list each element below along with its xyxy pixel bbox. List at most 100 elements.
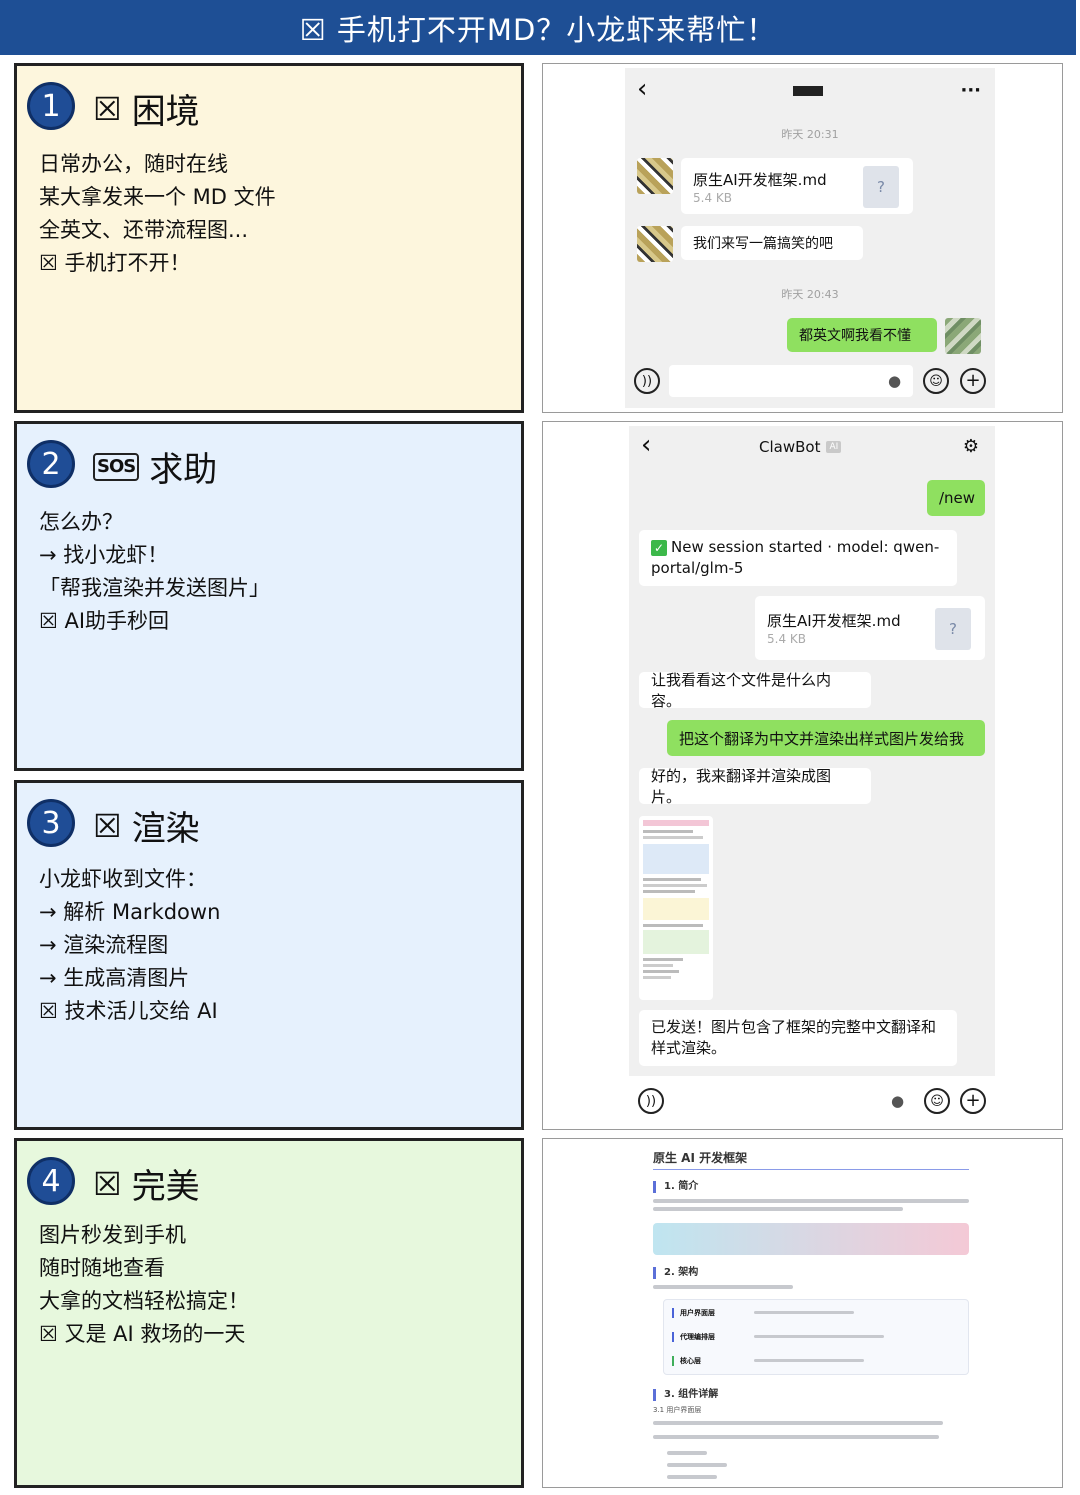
doc-arch-box: 用户界面层 代理编排层 核心层 bbox=[663, 1299, 969, 1375]
chat-area: ‹ ClawBot AI ⚙ /new ✓ New session started… bbox=[629, 426, 995, 1076]
file-message[interactable]: 原生AI开发框架.md 5.4 KB ? bbox=[681, 158, 913, 214]
mic-icon[interactable]: ● bbox=[891, 1092, 904, 1110]
doc-title: 原生 AI 开发框架 bbox=[653, 1151, 748, 1165]
file-icon: ? bbox=[935, 608, 971, 650]
voice-icon[interactable]: )) bbox=[638, 1088, 664, 1114]
step-heading: ☒ 渲染 bbox=[93, 801, 200, 850]
doc-section-heading: 1. 简介 bbox=[653, 1181, 698, 1193]
checkbox-icon: ☒ bbox=[93, 1164, 122, 1203]
emoji-icon[interactable]: ☺ bbox=[923, 368, 949, 394]
step-line: ☒ 技术活儿交给 AI bbox=[39, 999, 218, 1023]
chat-message: 已发送！图片包含了框架的完整中文翻译和样式渲染。 bbox=[639, 1010, 957, 1066]
step-line: 图片秒发到手机 bbox=[39, 1223, 186, 1247]
step-number: 4 bbox=[27, 1157, 75, 1205]
chat-message-self: 把这个翻译为中文并渲染出样式图片发给我 bbox=[667, 720, 985, 756]
step-line: → 渲染流程图 bbox=[39, 933, 169, 957]
step-heading-text: 渲染 bbox=[131, 809, 200, 849]
title-banner: ☒ 手机打不开MD？小龙虾来帮忙！ bbox=[0, 0, 1076, 55]
step-number: 2 bbox=[27, 440, 75, 488]
file-name: 原生AI开发框架.md bbox=[693, 171, 827, 189]
chat-message: 我们来写一篇搞笑的吧 bbox=[681, 226, 863, 260]
checkbox-icon: ☒ bbox=[93, 806, 122, 845]
step-line: → 解析 Markdown bbox=[39, 900, 221, 924]
image-thumbnail[interactable] bbox=[639, 816, 713, 1000]
voice-icon[interactable]: )) bbox=[634, 368, 660, 394]
input-toolbar: )) ● ☺ + bbox=[543, 360, 1062, 406]
step-line: → 找小龙虾！ bbox=[39, 543, 169, 567]
step-line: 大拿的文档轻松搞定！ bbox=[39, 1289, 249, 1313]
avatar bbox=[945, 318, 981, 354]
chat-message-self: /new bbox=[927, 480, 985, 516]
file-message[interactable]: 原生AI开发框架.md 5.4 KB ? bbox=[755, 596, 985, 660]
chat-message-self: 都英文啊我看不懂 bbox=[787, 318, 937, 352]
contact-name-redacted bbox=[793, 86, 823, 96]
step-line: 小龙虾收到文件： bbox=[39, 867, 207, 891]
more-icon[interactable]: ··· bbox=[960, 80, 981, 101]
step-heading: ☒ 困境 bbox=[93, 84, 200, 133]
avatar bbox=[637, 226, 673, 262]
step-lines: 小龙虾收到文件： → 解析 Markdown → 渲染流程图 → 生成高清图片 … bbox=[39, 863, 220, 1028]
step-heading: SOS 求助 bbox=[93, 442, 217, 491]
step-line: 「帮我渲染并发送图片」 bbox=[39, 576, 270, 600]
bot-name: ClawBot AI bbox=[759, 438, 842, 456]
step-line: 怎么办？ bbox=[39, 510, 123, 534]
step-number: 1 bbox=[27, 82, 75, 130]
settings-icon[interactable]: ⚙ bbox=[963, 436, 979, 457]
message-input[interactable] bbox=[669, 365, 913, 397]
step-line: ☒ AI助手秒回 bbox=[39, 609, 170, 633]
doc-section-heading: 2. 架构 bbox=[653, 1267, 698, 1279]
doc-author-box bbox=[653, 1223, 969, 1255]
file-size: 5.4 KB bbox=[693, 191, 732, 205]
message-input[interactable] bbox=[671, 1085, 913, 1117]
step-heading-text: 困境 bbox=[131, 92, 200, 132]
input-toolbar: )) ● ☺ + bbox=[543, 1082, 1062, 1126]
step-card-1: 1 ☒ 困境 日常办公，随时在线 某大拿发来一个 MD 文件 全英文、还带流程图… bbox=[14, 63, 524, 413]
chat-message: 让我看看这个文件是什么内容。 bbox=[639, 671, 871, 710]
step-lines: 怎么办？ → 找小龙虾！ 「帮我渲染并发送图片」 ☒ AI助手秒回 bbox=[39, 506, 270, 638]
chat-screenshot-1: ‹ ··· 昨天 20:31 原生AI开发框架.md 5.4 KB ? 我们来写… bbox=[542, 63, 1063, 413]
doc-page: 原生 AI 开发框架 1. 简介 2. 架构 用户界面层 代理编排层 核心层 3… bbox=[633, 1139, 993, 1487]
file-icon: ? bbox=[863, 166, 899, 208]
step-heading-text: 求助 bbox=[149, 450, 218, 490]
step-line: 日常办公，随时在线 bbox=[39, 152, 228, 176]
step-lines: 图片秒发到手机 随时随地查看 大拿的文档轻松搞定！ ☒ 又是 AI 救场的一天 bbox=[39, 1219, 249, 1351]
check-icon: ✓ bbox=[651, 540, 667, 556]
step-line: 随时随地查看 bbox=[39, 1256, 165, 1280]
bot-name-text: ClawBot bbox=[759, 438, 821, 456]
chat-screenshot-2: ‹ ClawBot AI ⚙ /new ✓ New session started… bbox=[542, 421, 1063, 1130]
checkbox-icon: ☒ bbox=[93, 89, 122, 128]
step-line: ☒ 手机打不开！ bbox=[39, 251, 191, 275]
avatar bbox=[637, 158, 673, 194]
ai-badge: AI bbox=[826, 441, 842, 453]
message-text: 已发送！图片包含了框架的完整中文翻译和样式渲染。 bbox=[651, 1018, 937, 1057]
step-number: 3 bbox=[27, 799, 75, 847]
arch-row: 用户界面层 bbox=[672, 1308, 715, 1318]
timestamp: 昨天 20:43 bbox=[781, 288, 839, 301]
file-name: 原生AI开发框架.md bbox=[767, 612, 901, 630]
session-text: New session started · model: qwen-portal… bbox=[651, 538, 940, 577]
back-icon[interactable]: ‹ bbox=[637, 74, 647, 104]
step-heading: ☒ 完美 bbox=[93, 1159, 200, 1208]
file-size: 5.4 KB bbox=[767, 632, 806, 646]
arch-row: 核心层 bbox=[672, 1356, 701, 1366]
chat-area: ‹ ··· 昨天 20:31 原生AI开发框架.md 5.4 KB ? 我们来写… bbox=[625, 68, 995, 408]
arch-row: 代理编排层 bbox=[672, 1332, 715, 1342]
step-line: → 生成高清图片 bbox=[39, 966, 190, 990]
step-lines: 日常办公，随时在线 某大拿发来一个 MD 文件 全英文、还带流程图... ☒ 手… bbox=[39, 148, 276, 280]
step-card-4: 4 ☒ 完美 图片秒发到手机 随时随地查看 大拿的文档轻松搞定！ ☒ 又是 AI… bbox=[14, 1138, 524, 1488]
doc-subheading: 3.1 用户界面层 bbox=[653, 1406, 702, 1414]
emoji-icon[interactable]: ☺ bbox=[924, 1088, 950, 1114]
step-line: ☒ 又是 AI 救场的一天 bbox=[39, 1322, 246, 1346]
rendered-doc-screenshot: 原生 AI 开发框架 1. 简介 2. 架构 用户界面层 代理编排层 核心层 3… bbox=[542, 1138, 1063, 1488]
doc-section-heading: 3. 组件详解 bbox=[653, 1389, 718, 1401]
chat-message: 好的，我来翻译并渲染成图片。 bbox=[639, 767, 871, 806]
plus-icon[interactable]: + bbox=[960, 1088, 986, 1114]
mic-icon[interactable]: ● bbox=[888, 372, 901, 390]
plus-icon[interactable]: + bbox=[960, 368, 986, 394]
step-card-3: 3 ☒ 渲染 小龙虾收到文件： → 解析 Markdown → 渲染流程图 → … bbox=[14, 780, 524, 1130]
step-card-2: 2 SOS 求助 怎么办？ → 找小龙虾！ 「帮我渲染并发送图片」 ☒ AI助手… bbox=[14, 421, 524, 771]
step-line: 某大拿发来一个 MD 文件 bbox=[39, 185, 276, 209]
step-heading-text: 完美 bbox=[131, 1167, 200, 1207]
back-icon[interactable]: ‹ bbox=[641, 430, 651, 460]
chat-message: ✓ New session started · model: qwen-porta… bbox=[639, 530, 957, 586]
